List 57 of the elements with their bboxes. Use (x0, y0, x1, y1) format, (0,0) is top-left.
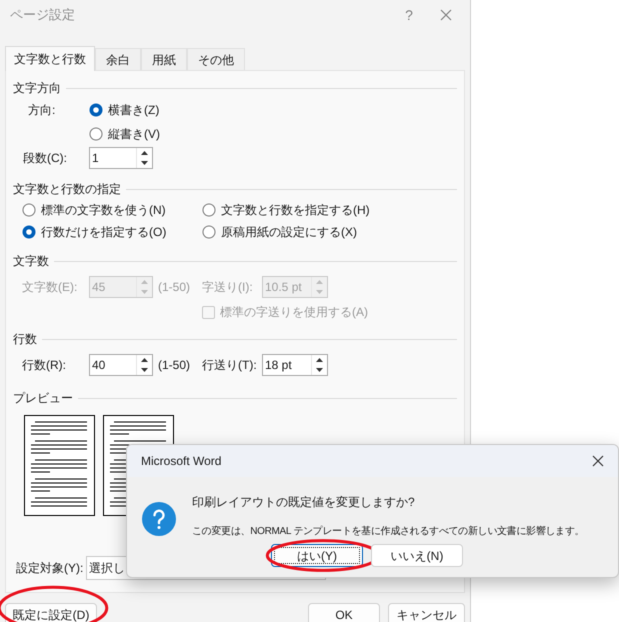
tab[interactable]: その他 (187, 48, 245, 70)
field-label: 行送り(T): (202, 357, 258, 374)
section-heading: 文字数と行数の指定 (13, 181, 121, 198)
radio-button[interactable] (89, 103, 103, 117)
radio-label: 文字数と行数を指定する(H) (221, 202, 370, 219)
field-label: 段数(C): (23, 150, 68, 167)
section-heading: 文字数 (13, 253, 49, 270)
field-label: 行数(R): (22, 357, 67, 374)
field-label: 方向: (28, 102, 56, 119)
field-label: 文字数(E): (22, 279, 78, 296)
radio-button[interactable] (22, 203, 36, 217)
down-arrow-icon (316, 368, 323, 372)
close-icon (592, 455, 604, 467)
number-field[interactable]: 1 (89, 147, 153, 169)
down-arrow-icon (316, 290, 323, 294)
question-icon (142, 502, 176, 536)
close-icon (440, 9, 452, 21)
help-button[interactable]: ? (394, 4, 424, 26)
radio-label: 行数だけを指定する(O) (41, 224, 166, 241)
radio-button[interactable] (89, 127, 103, 141)
field-label: 設定対象(Y): (16, 560, 84, 577)
down-arrow-icon (141, 368, 148, 372)
dialog-message: 印刷レイアウトの既定値を変更しますか? (192, 494, 416, 511)
tab[interactable]: 文字数と行数 (5, 46, 95, 71)
up-arrow-icon (141, 151, 148, 155)
field-label: 字送り(I): (202, 279, 254, 296)
section-heading: プレビュー (13, 390, 73, 407)
number-field[interactable]: 40 (89, 354, 153, 376)
radio-label: 標準の文字数を使う(N) (41, 202, 166, 219)
radio-label: 横書き(Z) (108, 102, 160, 119)
radio-button[interactable] (202, 203, 216, 217)
number-field[interactable]: 18 pt (262, 354, 328, 376)
radio-button[interactable] (202, 225, 216, 239)
tab[interactable]: 用紙 (141, 48, 187, 70)
dialog-title: Microsoft Word (141, 453, 222, 470)
down-arrow-icon (141, 290, 148, 294)
range-hint: (1-50) (158, 357, 192, 374)
range-hint: (1-50) (158, 279, 192, 296)
up-arrow-icon (141, 280, 148, 284)
window-title: ページ設定 (10, 6, 76, 24)
up-arrow-icon (141, 358, 148, 362)
radio-button[interactable] (22, 225, 36, 239)
dialog-button[interactable]: OK (308, 603, 380, 622)
section-heading: 行数 (13, 331, 37, 348)
dialog-button[interactable]: キャンセル (388, 603, 465, 622)
radio-label: 原稿用紙の設定にする(X) (221, 224, 357, 241)
up-arrow-icon (316, 280, 323, 284)
dialog-message: この変更は、NORMAL テンプレートを基に作成されるすべての新しい文書に影響します。 (192, 524, 584, 539)
dialog-button[interactable]: 既定に設定(D) (5, 603, 97, 622)
down-arrow-icon (141, 161, 148, 165)
up-arrow-icon (316, 358, 323, 362)
tab[interactable]: 余白 (95, 48, 141, 70)
dialog-button[interactable]: はい(Y) (271, 544, 363, 567)
radio-label: 縦書き(V) (108, 126, 160, 143)
checkbox-label: 標準の字送りを使用する(A) (220, 304, 368, 321)
dialog-button[interactable]: いいえ(N) (371, 544, 463, 567)
section-heading: 文字方向 (13, 80, 61, 97)
